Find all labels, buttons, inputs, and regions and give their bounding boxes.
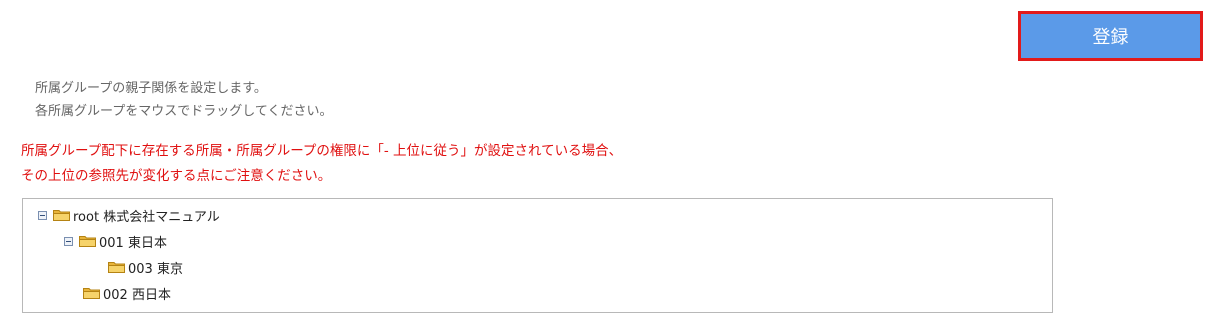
collapse-toggle-icon[interactable] [64, 236, 73, 246]
tree-node-001[interactable]: 001 東日本 [64, 232, 167, 251]
tree-node-002[interactable]: 002 西日本 [83, 284, 171, 303]
tree-node-label: 001 東日本 [99, 235, 167, 251]
folder-icon [79, 236, 96, 247]
description-line-2: 各所属グループをマウスでドラッグしてください。 [35, 104, 333, 119]
tree-node-label: 002 西日本 [103, 287, 171, 303]
register-button-label: 登録 [1092, 27, 1129, 48]
register-button[interactable]: 登録 [1018, 11, 1203, 61]
collapse-toggle-icon[interactable] [38, 210, 47, 220]
folder-icon [108, 262, 125, 273]
folder-icon [53, 210, 70, 221]
folder-icon [83, 288, 100, 299]
tree-node-003[interactable]: 003 東京 [108, 258, 183, 277]
tree-node-label: root 株式会社マニュアル [73, 209, 220, 225]
description-line-1: 所属グループの親子関係を設定します。 [35, 81, 267, 96]
page: 登録 所属グループの親子関係を設定します。 各所属グループをマウスでドラッグして… [0, 0, 1220, 330]
tree-node-label: 003 東京 [128, 261, 183, 277]
warning-line-1: 所属グループ配下に存在する所属・所属グループの権限に「- 上位に従う」が設定され… [21, 143, 623, 159]
warning-line-2: その上位の参照先が変化する点にご注意ください。 [21, 168, 332, 184]
group-tree: root 株式会社マニュアル 001 東日本 003 東京 002 西日本 [22, 198, 1053, 313]
tree-node-root[interactable]: root 株式会社マニュアル [38, 206, 220, 225]
